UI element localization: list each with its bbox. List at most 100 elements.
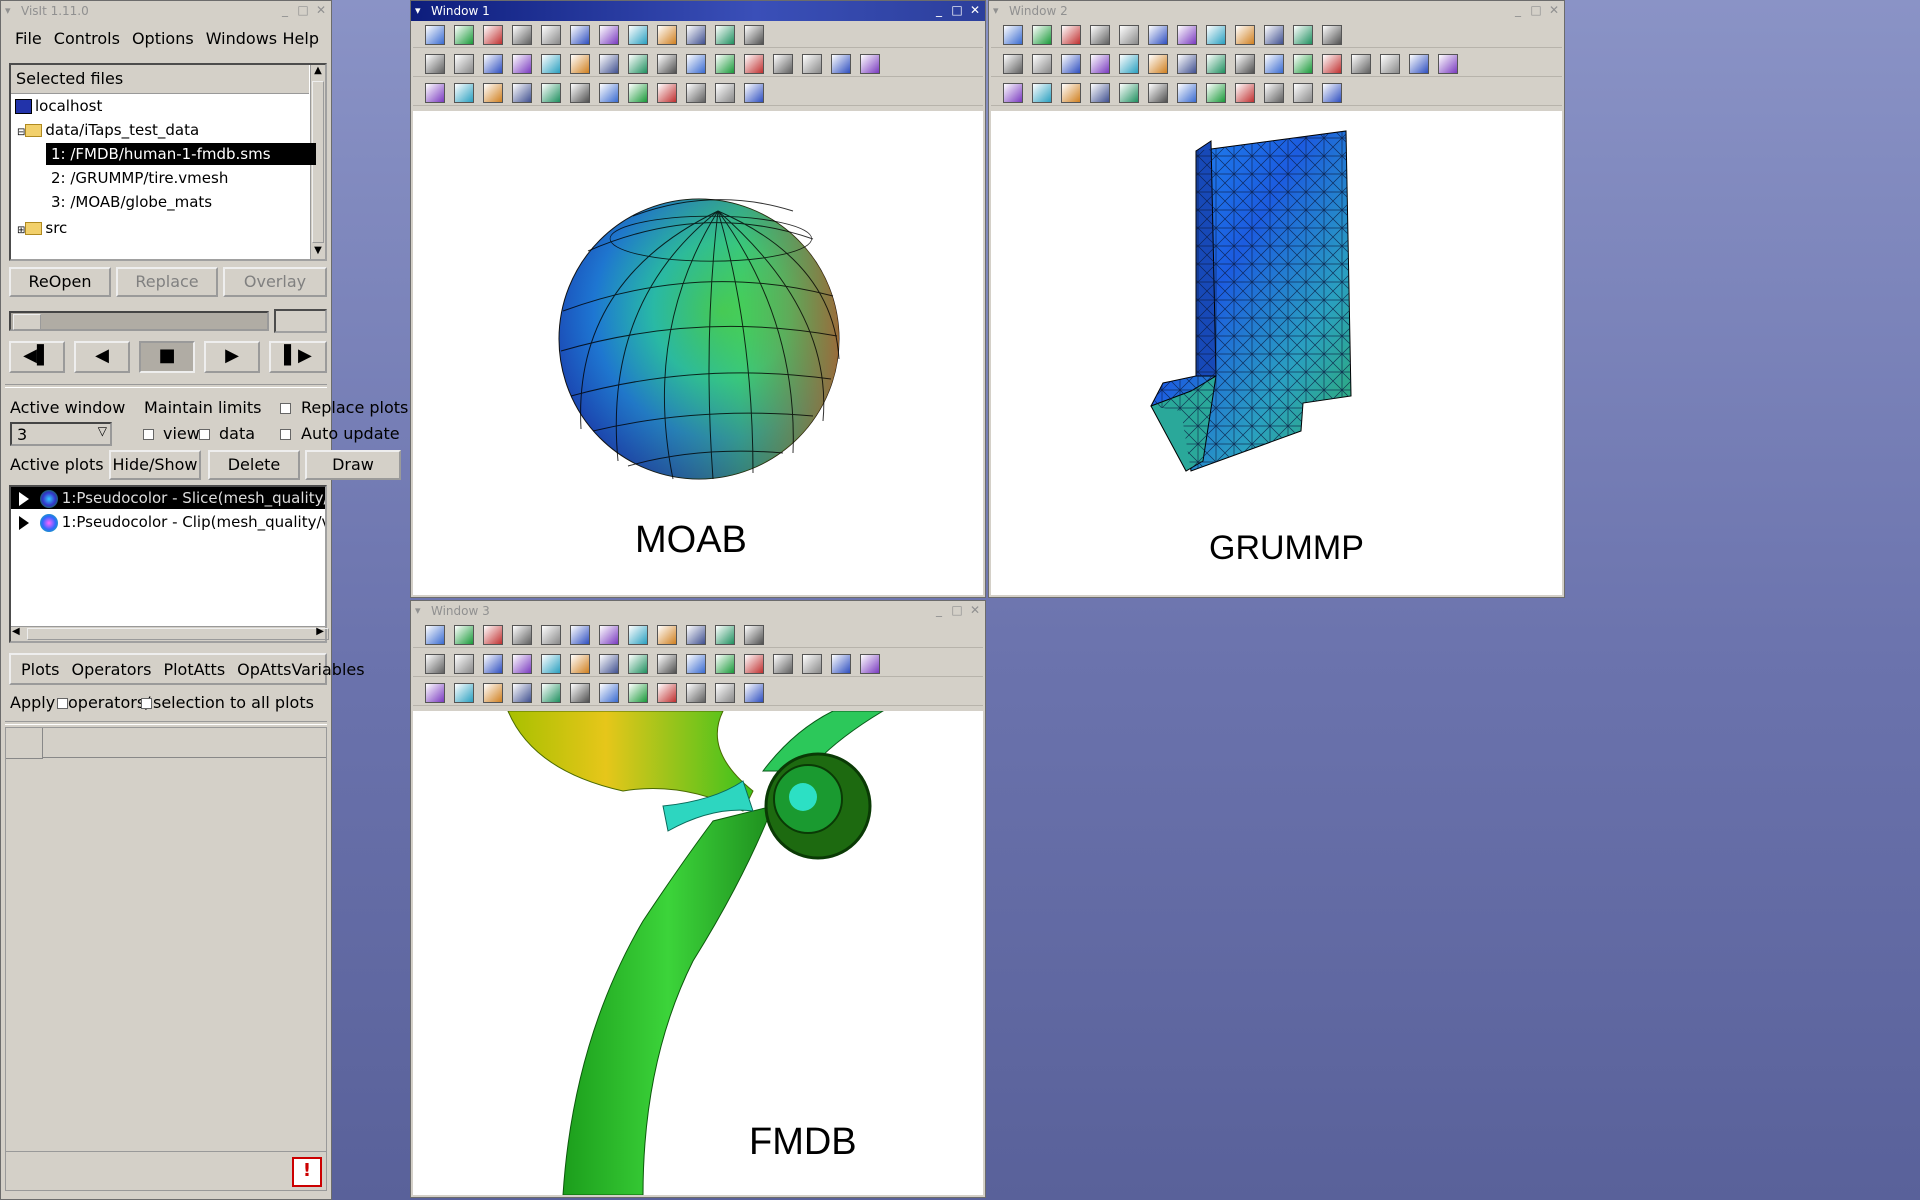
- tree-file-1[interactable]: 1: /FMDB/human-1-fmdb.sms: [46, 143, 316, 165]
- stop-icon[interactable]: [1264, 54, 1284, 74]
- menu-options[interactable]: Options: [132, 29, 194, 48]
- overlay-button[interactable]: Overlay: [223, 267, 327, 297]
- pick-s-icon[interactable]: [1148, 83, 1168, 103]
- draw-button[interactable]: Draw: [305, 450, 401, 480]
- tree-host[interactable]: localhost: [15, 95, 102, 117]
- undo-icon[interactable]: [599, 54, 619, 74]
- new-window-icon[interactable]: [1003, 25, 1023, 45]
- reopen-button[interactable]: ReOpen: [9, 267, 111, 297]
- plane-icon[interactable]: [1235, 83, 1255, 103]
- lineout-icon[interactable]: [541, 683, 561, 703]
- spin-icon[interactable]: [1322, 25, 1342, 45]
- menu-plots[interactable]: Plots: [21, 660, 60, 679]
- pick-s-icon[interactable]: [570, 83, 590, 103]
- zone-pick-icon[interactable]: [454, 83, 474, 103]
- print-icon[interactable]: [1148, 54, 1168, 74]
- replace-button[interactable]: Replace: [116, 267, 218, 297]
- lineout-icon[interactable]: [1119, 83, 1139, 103]
- axis-icon[interactable]: [744, 83, 764, 103]
- step-back-button[interactable]: ◀▌: [9, 341, 65, 373]
- camera-1-icon[interactable]: [1032, 54, 1052, 74]
- sphere-icon[interactable]: [686, 683, 706, 703]
- splitter-2[interactable]: [5, 721, 327, 725]
- play-icon[interactable]: [715, 654, 735, 674]
- lock-time-icon[interactable]: [715, 25, 735, 45]
- minimize-icon[interactable]: _: [931, 603, 947, 619]
- play-button[interactable]: ▶: [204, 341, 260, 373]
- navigate-icon[interactable]: [1003, 83, 1023, 103]
- sphere-icon[interactable]: [686, 83, 706, 103]
- step-back-icon[interactable]: [628, 654, 648, 674]
- layout-1x2-icon[interactable]: [1148, 25, 1168, 45]
- light-2-icon[interactable]: [1409, 54, 1429, 74]
- expand-icon[interactable]: ⊞: [17, 225, 25, 236]
- layout-2x2-icon[interactable]: [599, 25, 619, 45]
- box-icon[interactable]: [599, 83, 619, 103]
- perspective-icon[interactable]: [1003, 54, 1023, 74]
- clear-icon[interactable]: [454, 25, 474, 45]
- camera-1-icon[interactable]: [454, 654, 474, 674]
- play-back-button[interactable]: ◀: [74, 341, 130, 373]
- box-icon[interactable]: [599, 683, 619, 703]
- tree-dir[interactable]: ⊟ data/iTaps_test_data: [17, 119, 199, 141]
- save-icon[interactable]: [541, 654, 561, 674]
- close-icon[interactable]: ✕: [313, 3, 329, 19]
- play-back-icon[interactable]: [657, 54, 677, 74]
- animation-icon[interactable]: [1351, 54, 1371, 74]
- window-2-viewport[interactable]: GRUMMP: [991, 111, 1562, 595]
- layout-3x3-icon[interactable]: [657, 625, 677, 645]
- point-icon[interactable]: [1293, 83, 1313, 103]
- tree-file-2[interactable]: 2: /GRUMMP/tire.vmesh: [51, 167, 228, 189]
- copy-icon[interactable]: [483, 625, 503, 645]
- camera-2-icon[interactable]: [483, 654, 503, 674]
- lock-time-icon[interactable]: [715, 625, 735, 645]
- print-icon[interactable]: [570, 54, 590, 74]
- data-checkbox[interactable]: [199, 429, 210, 440]
- lock-time-icon[interactable]: [1293, 25, 1313, 45]
- zoom-icon[interactable]: [1090, 83, 1110, 103]
- menu-help[interactable]: Help: [283, 29, 319, 48]
- layout-1x2-icon[interactable]: [570, 625, 590, 645]
- scroll-down-icon[interactable]: ▼: [311, 245, 325, 259]
- layout-2x3-icon[interactable]: [628, 25, 648, 45]
- node-pick-icon[interactable]: [483, 683, 503, 703]
- window-1-viewport[interactable]: MOAB: [413, 111, 983, 595]
- window-menu-icon[interactable]: ▾: [415, 1, 421, 21]
- notepad-tab[interactable]: [6, 728, 43, 759]
- menu-variables[interactable]: Variables: [291, 660, 364, 679]
- play-icon[interactable]: [715, 54, 735, 74]
- delete-window-icon[interactable]: [512, 25, 532, 45]
- delete-window-icon[interactable]: [1090, 25, 1110, 45]
- expand-arrow-icon[interactable]: [19, 515, 29, 530]
- camera-2-icon[interactable]: [483, 54, 503, 74]
- light-1-icon[interactable]: [1380, 54, 1400, 74]
- auto-update-checkbox[interactable]: [280, 429, 291, 440]
- view-checkbox[interactable]: [143, 429, 154, 440]
- new-window-icon[interactable]: [425, 625, 445, 645]
- pick-icon[interactable]: [860, 54, 880, 74]
- layout-2x3-icon[interactable]: [1206, 25, 1226, 45]
- clear-icon[interactable]: [1032, 25, 1052, 45]
- step-forward-button[interactable]: ▌▶: [269, 341, 327, 373]
- plot-list-hscrollbar[interactable]: ◀ ▶: [11, 626, 329, 641]
- close-icon[interactable]: ✕: [967, 3, 983, 19]
- time-state-field[interactable]: [274, 309, 327, 333]
- output-indicator-icon[interactable]: !: [292, 1157, 322, 1187]
- step-back-icon[interactable]: [628, 54, 648, 74]
- hscroll-thumb[interactable]: [27, 628, 329, 640]
- minimize-icon[interactable]: _: [1510, 3, 1526, 19]
- delete-window-icon[interactable]: [512, 625, 532, 645]
- maximize-icon[interactable]: □: [1528, 3, 1544, 19]
- line-icon[interactable]: [628, 83, 648, 103]
- splitter[interactable]: [5, 384, 327, 388]
- copy-icon[interactable]: [483, 25, 503, 45]
- window-menu-icon[interactable]: ▾: [415, 601, 421, 621]
- layout-1x1-icon[interactable]: [541, 25, 561, 45]
- maximize-icon[interactable]: □: [949, 3, 965, 19]
- zoom-icon[interactable]: [512, 683, 532, 703]
- layout-2x2-icon[interactable]: [599, 625, 619, 645]
- spin-icon[interactable]: [744, 25, 764, 45]
- main-titlebar[interactable]: ▾ VisIt 1.11.0 _ □ ✕: [1, 1, 331, 21]
- tree-file-3[interactable]: 3: /MOAB/globe_mats: [51, 191, 212, 213]
- camera-3-icon[interactable]: [512, 654, 532, 674]
